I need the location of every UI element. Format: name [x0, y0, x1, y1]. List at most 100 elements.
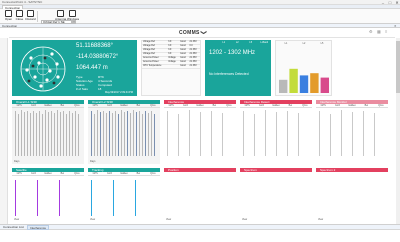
vertical-scrollbar[interactable]: [396, 38, 400, 224]
chart-bar: [151, 111, 153, 156]
tab-connection-list[interactable]: Connection List: [1, 225, 26, 230]
chart-bar: [115, 111, 117, 156]
chart-bar: [276, 112, 278, 156]
chart-bar: [18, 113, 20, 156]
panel-tab[interactable]: GLO: [330, 104, 345, 108]
panel-tab[interactable]: Galileo: [116, 104, 132, 108]
scrollbar-thumb[interactable]: [396, 41, 400, 93]
panel-tab[interactable]: Qzss: [373, 104, 388, 108]
menu-icon[interactable]: ≡: [385, 29, 387, 34]
window-title: ConnexionPoint 4 - SATSYNC: [2, 0, 43, 4]
chevron-down-icon[interactable]: ❯: [200, 30, 207, 35]
panel-tab[interactable]: Bei: [55, 104, 70, 108]
panel-tab[interactable]: GPS: [240, 104, 255, 108]
panel-tab[interactable]: Qzss: [297, 104, 312, 108]
chart-bar: [63, 111, 65, 156]
panel-tab[interactable]: GLO: [26, 172, 41, 176]
panel-tab[interactable]: GLO: [102, 172, 117, 176]
close-button[interactable]: Close: [14, 10, 25, 23]
ribbon: Open Close Discard Orbital Ref 1 SE ▾ An…: [0, 9, 400, 29]
tab-l5[interactable]: L5: [244, 41, 258, 44]
panel-body: View: [164, 172, 236, 222]
chart-bar: [45, 109, 47, 156]
panel: Overall L1 SNR GPS GLO Galileo Bei Qzss Days: [12, 100, 84, 164]
grid-icon[interactable]: ▦: [377, 29, 381, 34]
settings-icon[interactable]: ⚙: [369, 29, 373, 34]
panel-tab[interactable]: Bei: [131, 104, 146, 108]
tracking-panels-row: Satellite GPS GLO Galileo Bei Qzss View Trackin…: [12, 168, 390, 222]
chart-bar: [91, 180, 93, 216]
panel-body: GPS GLO Galileo Bei Qzss View: [88, 172, 160, 222]
table-cell: [167, 64, 180, 69]
panel-body: GPS GLO Galileo Bei Qzss View: [12, 172, 84, 222]
chart-bar: [60, 112, 62, 156]
chart-bar: [78, 113, 80, 156]
chart-bar: [287, 111, 289, 156]
table-row: Voltage Ref 3.9 Good 21.36V: [142, 48, 200, 53]
windows-label: Windows: [67, 17, 80, 21]
snr-panels-row: Overall L1 SNR GPS GLO Galileo Bei Qzss Days Ov…: [12, 100, 390, 164]
tab-l1[interactable]: L1: [217, 41, 231, 44]
discard-button[interactable]: Discard: [25, 10, 36, 23]
tab-l2[interactable]: L2: [231, 41, 245, 44]
panel-tab[interactable]: Qzss: [69, 172, 84, 176]
position-card: 51.11688368° -114.03880672° 1064.447 m T…: [12, 40, 137, 96]
sat-count-value: 18: [98, 87, 102, 91]
antenna-button[interactable]: Antenna: [55, 10, 66, 23]
panel-tab[interactable]: Qzss: [145, 172, 160, 176]
panel-body: GPS GLO Galileo Bei Qzss: [164, 104, 236, 164]
spectrum-bar: [320, 77, 329, 93]
chart-bar: [42, 113, 44, 156]
tab-l5[interactable]: L5: [313, 42, 331, 45]
chart-bar: [100, 112, 102, 156]
panel-tab[interactable]: GPS: [88, 172, 103, 176]
chart-bar: [112, 112, 114, 156]
windows-button[interactable]: Windows: [67, 10, 80, 23]
chart-bar: [103, 111, 105, 156]
panel-tab[interactable]: Galileo: [344, 104, 360, 108]
panel-tab[interactable]: GLO: [178, 104, 193, 108]
panel-tab[interactable]: Galileo: [40, 172, 56, 176]
spectrum-bar: [279, 79, 288, 93]
left-panel: [0, 38, 8, 224]
panel-tab[interactable]: GPS: [316, 104, 331, 108]
chart-bar: [148, 112, 150, 156]
panel-footer: View: [166, 218, 172, 221]
panel-tab[interactable]: Bei: [207, 104, 222, 108]
sky-plot: [20, 46, 66, 92]
interference-message: No Interferences Detected: [209, 72, 249, 76]
height: 1064.447 m: [76, 65, 108, 71]
panel-tab[interactable]: Galileo: [40, 104, 56, 108]
panel-tab[interactable]: Galileo: [116, 172, 132, 176]
panel-tab[interactable]: Qzss: [145, 104, 160, 108]
chart-bar: [189, 110, 191, 156]
panel-tab[interactable]: Bei: [283, 104, 298, 108]
tab-l1[interactable]: L1: [277, 42, 295, 45]
panel-tab[interactable]: GLO: [26, 104, 41, 108]
chart-bar: [24, 112, 26, 156]
open-button[interactable]: Open: [3, 10, 14, 23]
status-table: Voltage Ref 3.9 Good 21.36V Voltage Ref 3.9 Go…: [142, 41, 200, 69]
panel-tab[interactable]: Qzss: [69, 104, 84, 108]
panel-body: GPS GLO Galileo Bei Qzss: [316, 104, 388, 164]
panel-tab[interactable]: Bei: [359, 104, 374, 108]
panel-tab[interactable]: GPS: [12, 172, 27, 176]
panel-tab[interactable]: GPS: [12, 104, 27, 108]
tab-interference[interactable]: Interference: [27, 225, 50, 230]
panel-tab[interactable]: Bei: [131, 172, 146, 176]
panel-tab[interactable]: Galileo: [192, 104, 208, 108]
tab-l2[interactable]: L2: [295, 42, 313, 45]
tab-l-band[interactable]: L-Band: [258, 41, 272, 44]
chart-bar: [118, 113, 120, 156]
panel-tab[interactable]: Galileo: [268, 104, 284, 108]
panel-tab[interactable]: GPS: [164, 104, 179, 108]
panel-tab[interactable]: GPS: [88, 104, 103, 108]
spectrum-bar: [310, 73, 319, 93]
chart-bar: [54, 113, 56, 156]
spectrum-tabs: L1 L2 L5: [277, 42, 331, 46]
panel-tab[interactable]: Qzss: [221, 104, 236, 108]
panel-tab[interactable]: GLO: [102, 104, 117, 108]
panel-tab[interactable]: GLO: [254, 104, 269, 108]
interference-tabs: L1 L2 L5 L-Band: [217, 41, 271, 45]
panel-tab[interactable]: Bei: [55, 172, 70, 176]
